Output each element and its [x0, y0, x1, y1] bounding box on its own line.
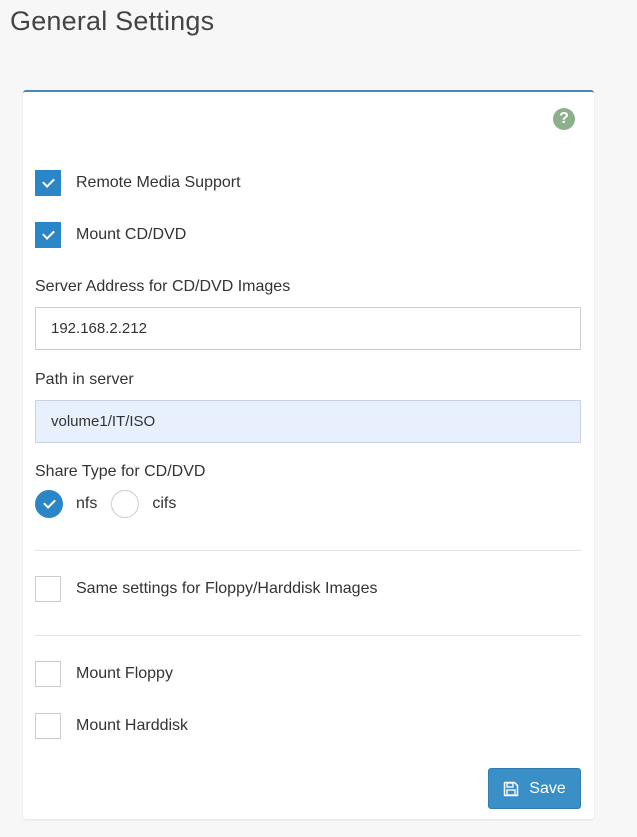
mount-cd-dvd-checkbox[interactable]: [35, 222, 61, 248]
same-settings-checkbox[interactable]: [35, 576, 61, 602]
mount-harddisk-checkbox[interactable]: [35, 713, 61, 739]
mount-floppy-row: Mount Floppy: [35, 661, 173, 687]
save-button[interactable]: Save: [488, 768, 581, 809]
share-type-radio-group: nfs cifs: [35, 490, 190, 518]
divider: [35, 635, 581, 636]
remote-media-support-label: Remote Media Support: [76, 174, 241, 191]
server-address-label: Server Address for CD/DVD Images: [35, 278, 291, 295]
cifs-radio[interactable]: [111, 490, 140, 518]
page-title: General Settings: [10, 6, 215, 36]
mount-harddisk-row: Mount Harddisk: [35, 713, 188, 739]
check-icon: [41, 175, 55, 188]
path-in-server-label: Path in server: [35, 371, 134, 388]
server-address-input[interactable]: [35, 307, 581, 350]
share-type-label: Share Type for CD/DVD: [35, 463, 206, 480]
cifs-radio-label: cifs: [152, 495, 177, 512]
mount-floppy-label: Mount Floppy: [76, 665, 173, 682]
floppy-disk-icon: [504, 781, 519, 796]
settings-panel: ? Remote Media Support Mount CD/DVD Serv…: [23, 90, 594, 819]
mount-cd-dvd-row: Mount CD/DVD: [35, 222, 186, 248]
help-icon[interactable]: ?: [553, 108, 575, 130]
check-icon: [42, 496, 56, 509]
path-in-server-input[interactable]: [35, 400, 581, 443]
mount-floppy-checkbox[interactable]: [35, 661, 61, 687]
save-button-label: Save: [529, 779, 566, 797]
same-settings-row: Same settings for Floppy/Harddisk Images: [35, 576, 377, 602]
mount-cd-dvd-label: Mount CD/DVD: [76, 226, 187, 243]
check-icon: [41, 227, 55, 240]
remote-media-support-checkbox[interactable]: [35, 170, 61, 196]
same-settings-label: Same settings for Floppy/Harddisk Images: [76, 580, 378, 597]
nfs-radio-label: nfs: [76, 495, 98, 512]
divider: [35, 550, 581, 551]
mount-harddisk-label: Mount Harddisk: [76, 717, 189, 734]
remote-media-support-row: Remote Media Support: [35, 170, 241, 196]
nfs-radio[interactable]: [35, 490, 63, 518]
